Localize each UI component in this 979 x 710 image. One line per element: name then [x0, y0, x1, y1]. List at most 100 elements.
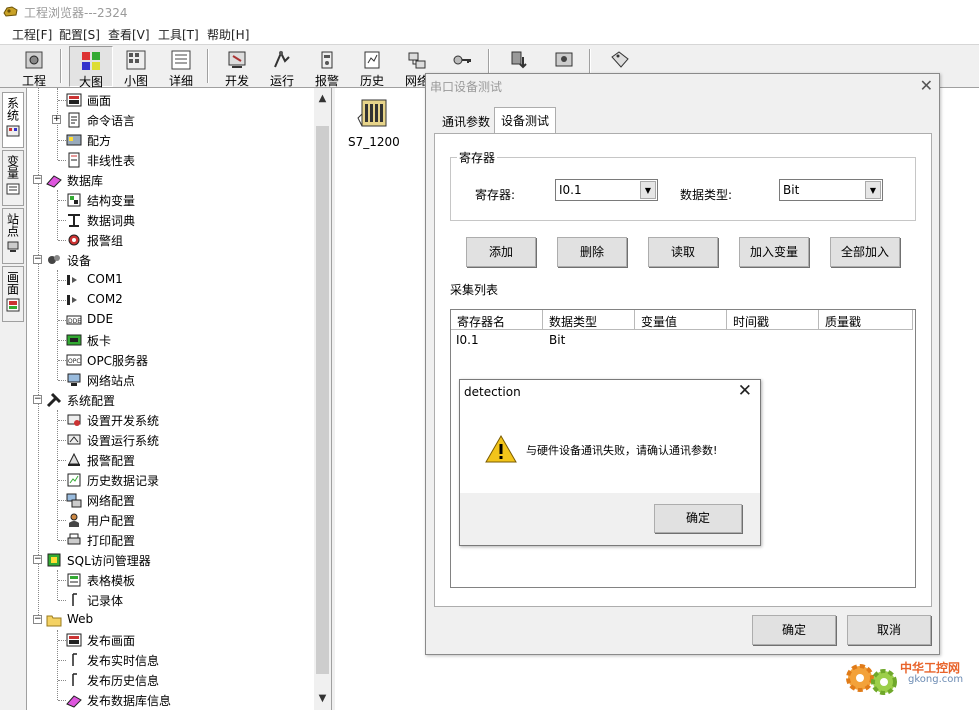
- print-icon: [67, 533, 81, 545]
- error-message: 与硬件设备通讯失败，请确认通讯参数!: [526, 444, 718, 457]
- chevron-down-icon[interactable]: ▼: [640, 181, 656, 199]
- add-variable-button[interactable]: 加入变量: [739, 237, 809, 267]
- tree-item[interactable]: 用户配置: [28, 510, 308, 530]
- tree-item[interactable]: 数据词典: [28, 210, 308, 230]
- screen-icon: [66, 93, 82, 107]
- ok-button[interactable]: 确定: [752, 615, 836, 645]
- tree-item[interactable]: 发布历史信息: [28, 670, 308, 690]
- alarm-icon: [321, 51, 333, 69]
- column-header-timestamp[interactable]: 时间戳: [727, 310, 819, 330]
- tree-item[interactable]: 画面: [28, 90, 308, 110]
- tree-item[interactable]: 报警配置: [28, 450, 308, 470]
- toolbar-large-icon-button[interactable]: 大图: [69, 46, 113, 89]
- device-item-s7-1200[interactable]: S7_1200: [348, 94, 400, 154]
- tree-expander[interactable]: −: [33, 615, 42, 624]
- message-box-footer: 确定: [460, 493, 760, 545]
- alarm-config-icon: [68, 452, 80, 466]
- tree-item[interactable]: − SQL访问管理器: [28, 550, 308, 570]
- tree-item[interactable]: 历史数据记录: [28, 470, 308, 490]
- tree-item[interactable]: 发布数据库信息: [28, 690, 308, 710]
- large-icons-icon: [82, 52, 100, 70]
- delete-button[interactable]: 删除: [557, 237, 627, 267]
- database-icon: [46, 175, 62, 188]
- tab-comm-params[interactable]: 通讯参数: [436, 109, 496, 133]
- column-header-data-type[interactable]: 数据类型: [543, 310, 635, 330]
- struct-icon: [67, 193, 81, 207]
- pane-splitter[interactable]: [331, 88, 335, 710]
- chevron-down-icon[interactable]: ▼: [865, 181, 881, 199]
- system-tab-icon: [6, 125, 20, 137]
- tree-item[interactable]: − Web: [28, 610, 308, 630]
- tree-item[interactable]: 配方: [28, 130, 308, 150]
- read-button[interactable]: 读取: [648, 237, 718, 267]
- tree-item[interactable]: 结构变量: [28, 190, 308, 210]
- cancel-button[interactable]: 取消: [847, 615, 931, 645]
- tree-item[interactable]: 设置运行系统: [28, 430, 308, 450]
- close-icon[interactable]: ✕: [738, 381, 752, 401]
- details-icon: [171, 50, 191, 70]
- menu-config[interactable]: 配置[S]: [59, 26, 100, 43]
- toolbar-run-button[interactable]: 运行: [260, 46, 304, 88]
- tree-item[interactable]: + 命令语言: [28, 110, 308, 130]
- tree-expander[interactable]: −: [33, 555, 42, 564]
- tree-item[interactable]: 表格模板: [28, 570, 308, 590]
- scrollbar-thumb[interactable]: [316, 126, 329, 674]
- menu-view[interactable]: 查看[V]: [108, 26, 150, 43]
- record-icon: [72, 593, 77, 606]
- tree-item[interactable]: − 系统配置: [28, 390, 308, 410]
- menu-project[interactable]: 工程[F]: [12, 26, 52, 43]
- tree-expander[interactable]: −: [33, 395, 42, 404]
- add-all-button[interactable]: 全部加入: [830, 237, 900, 267]
- register-group: 寄存器 寄存器: I0.1 ▼ 数据类型: Bit ▼: [450, 149, 916, 221]
- title-bar: 工程浏览器---2324: [0, 0, 979, 24]
- toolbar-develop-button[interactable]: 开发: [215, 46, 259, 88]
- message-ok-button[interactable]: 确定: [654, 504, 742, 533]
- datatype-combo[interactable]: Bit ▼: [779, 179, 883, 201]
- toolbar-small-icon-button[interactable]: 小图: [114, 46, 158, 88]
- download-icon: [511, 51, 527, 69]
- tree-item[interactable]: − 数据库: [28, 170, 308, 190]
- tree-item[interactable]: OPC OPC服务器: [28, 350, 308, 370]
- add-button[interactable]: 添加: [466, 237, 536, 267]
- tree-expander[interactable]: −: [33, 255, 42, 264]
- tree-item[interactable]: 记录体: [28, 590, 308, 610]
- tree-expander[interactable]: +: [52, 115, 61, 124]
- toolbar-alarm-button[interactable]: 报警: [305, 46, 349, 88]
- scroll-up-icon[interactable]: ▲: [314, 90, 331, 107]
- side-tab-screens[interactable]: 画面: [2, 266, 24, 322]
- column-header-quality[interactable]: 质量戳: [819, 310, 913, 330]
- toolbar-history-button[interactable]: 历史: [350, 46, 394, 88]
- tree-item[interactable]: 网络配置: [28, 490, 308, 510]
- tree-item[interactable]: DDE DDE: [28, 310, 308, 330]
- menu-help[interactable]: 帮助[H]: [207, 26, 249, 43]
- toolbar-project-button[interactable]: 工程: [12, 46, 56, 88]
- tree-item[interactable]: 打印配置: [28, 530, 308, 550]
- tab-device-test[interactable]: 设备测试: [494, 107, 557, 134]
- dde-icon: DDE: [66, 315, 82, 325]
- tree-item[interactable]: 非线性表: [28, 150, 308, 170]
- svg-text:DDE: DDE: [68, 318, 81, 325]
- tree-scrollbar[interactable]: ▲ ▼: [314, 88, 331, 710]
- variables-tab-icon: [6, 183, 20, 195]
- side-tab-system[interactable]: 系统: [2, 92, 24, 148]
- side-tab-variables[interactable]: 变量: [2, 150, 24, 206]
- tree-item[interactable]: 发布画面: [28, 630, 308, 650]
- tree-item[interactable]: COM1: [28, 270, 308, 290]
- tree-item[interactable]: − 设备: [28, 250, 308, 270]
- tree-item[interactable]: 网络站点: [28, 370, 308, 390]
- register-combo[interactable]: I0.1 ▼: [555, 179, 658, 201]
- tree-item[interactable]: 发布实时信息: [28, 650, 308, 670]
- close-icon[interactable]: ✕: [920, 76, 933, 95]
- menu-tools[interactable]: 工具[T]: [158, 26, 199, 43]
- tree-item[interactable]: COM2: [28, 290, 308, 310]
- scroll-down-icon[interactable]: ▼: [314, 690, 331, 707]
- toolbar-detail-button[interactable]: 详细: [159, 46, 203, 88]
- tree-expander[interactable]: −: [33, 175, 42, 184]
- tree-item[interactable]: 设置开发系统: [28, 410, 308, 430]
- side-tab-stations[interactable]: 站点: [2, 208, 24, 264]
- tree-item[interactable]: 板卡: [28, 330, 308, 350]
- column-header-value[interactable]: 变量值: [635, 310, 727, 330]
- column-header-register-name[interactable]: 寄存器名: [451, 310, 543, 330]
- watermark: 中华工控网 gkong.com: [840, 652, 979, 708]
- tree-item[interactable]: 报警组: [28, 230, 308, 250]
